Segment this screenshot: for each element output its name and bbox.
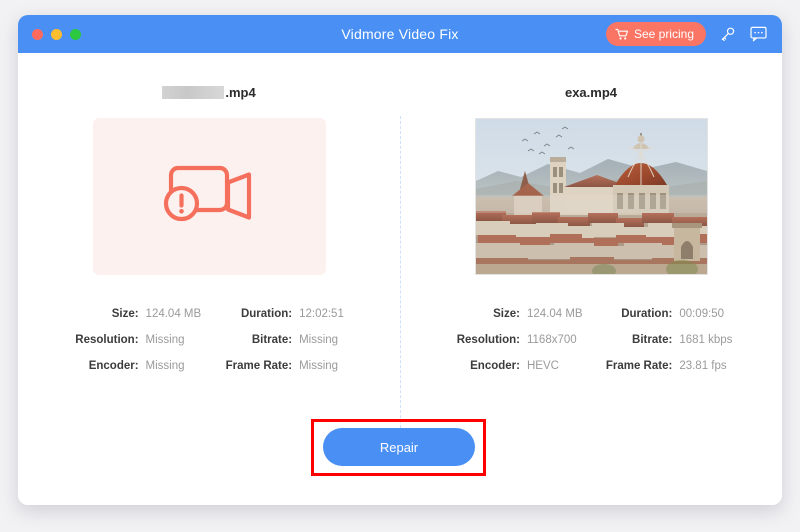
meta-value: 124.04 MB [146,301,214,327]
meta-value: Missing [146,327,214,353]
meta-label: Encoder: [64,353,146,379]
panel-broken-video: .mp4 [18,53,400,398]
meta-value: 124.04 MB [527,301,595,327]
broken-file-name: .mp4 [18,53,400,101]
meta-value: 1681 kbps [679,327,736,353]
table-row: Size: 124.04 MB Duration: 00:09:50 [446,301,736,327]
meta-label: Resolution: [64,327,146,353]
table-row: Size: 124.04 MB Duration: 12:02:51 [64,301,354,327]
panel-sample-video: exa.mp4 [400,53,782,398]
meta-label: Duration: [214,301,299,327]
sample-file-name: exa.mp4 [400,53,782,101]
meta-value: 12:02:51 [299,301,354,327]
meta-label: Bitrate: [595,327,680,353]
shopping-cart-icon [615,28,629,41]
meta-value: Missing [146,353,214,379]
meta-value: HEVC [527,353,595,379]
meta-value: Missing [299,353,354,379]
meta-value: Missing [299,327,354,353]
meta-label: Size: [64,301,146,327]
table-row: Encoder: Missing Frame Rate: Missing [64,353,354,379]
title-bar: Vidmore Video Fix See pricing [18,15,782,53]
table-row: Encoder: HEVC Frame Rate: 23.81 fps [446,353,736,379]
sample-video-metadata: Size: 124.04 MB Duration: 00:09:50 Resol… [446,301,736,379]
meta-value: 00:09:50 [679,301,736,327]
key-icon[interactable] [717,24,737,44]
speech-bubble-icon[interactable] [748,24,768,44]
main-content: .mp4 [18,53,782,505]
meta-label: Encoder: [446,353,527,379]
comparison-panels: .mp4 [18,53,782,398]
broken-preview-wrap [18,118,400,275]
see-pricing-label: See pricing [634,27,694,41]
sample-preview-wrap [400,118,782,275]
meta-label: Resolution: [446,327,527,353]
panel-divider [400,116,401,443]
meta-label: Frame Rate: [214,353,299,379]
meta-value: 23.81 fps [679,353,736,379]
video-thumbnail [475,118,708,275]
broken-file-extension: .mp4 [225,85,255,100]
broken-video-preview [93,118,326,275]
repair-button[interactable]: Repair [323,428,475,466]
table-row: Resolution: 1168x700 Bitrate: 1681 kbps [446,327,736,353]
meta-label: Bitrate: [214,327,299,353]
table-row: Resolution: Missing Bitrate: Missing [64,327,354,353]
meta-label: Size: [446,301,527,327]
app-window: Vidmore Video Fix See pricing [18,15,782,505]
meta-label: Frame Rate: [595,353,680,379]
redacted-filename-block [162,86,224,99]
title-bar-actions: See pricing [606,15,768,53]
see-pricing-button[interactable]: See pricing [606,22,706,46]
broken-video-icon [154,155,264,238]
broken-video-metadata: Size: 124.04 MB Duration: 12:02:51 Resol… [64,301,354,379]
footer: Repair [18,398,782,505]
meta-value: 1168x700 [527,327,595,353]
meta-label: Duration: [595,301,680,327]
